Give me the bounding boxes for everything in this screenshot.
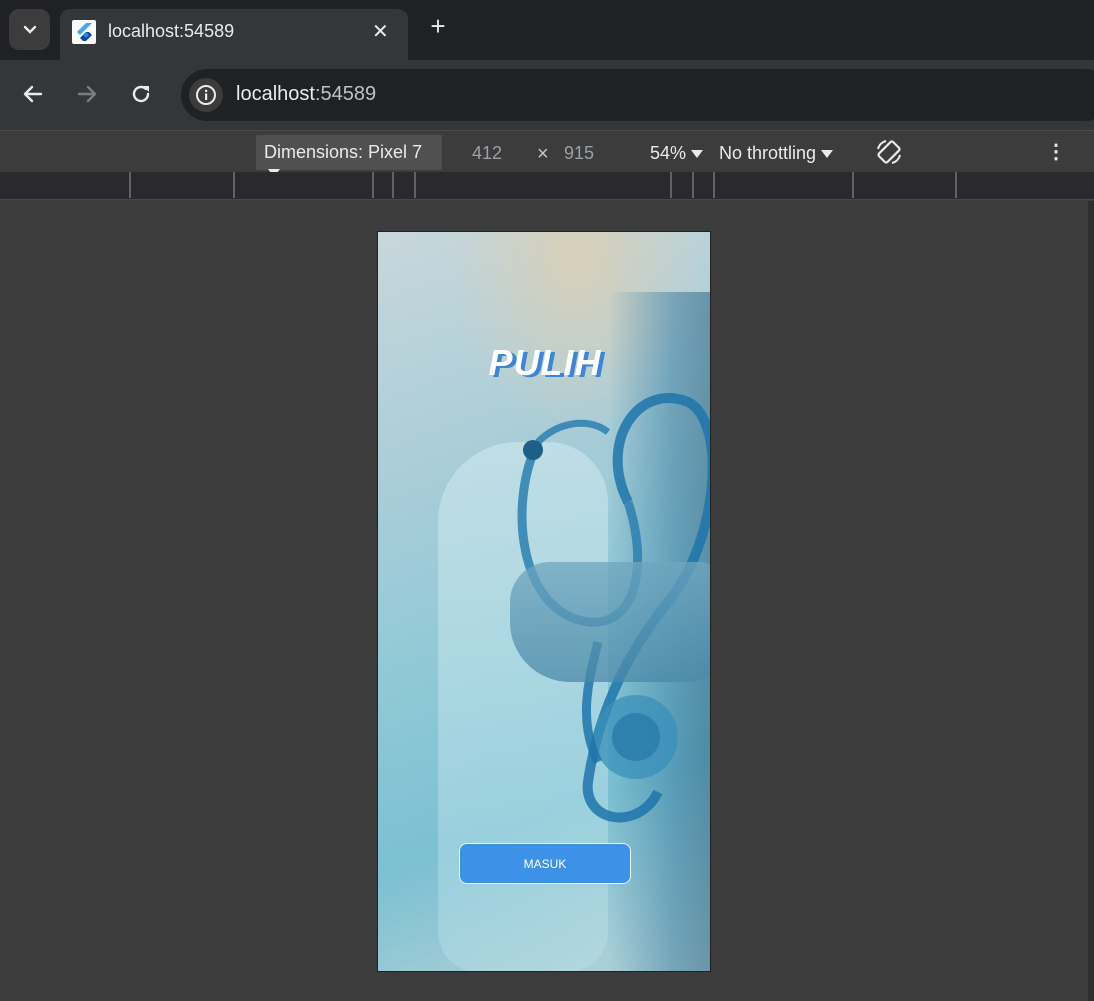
devtools-edge — [1088, 201, 1094, 1001]
site-info-button[interactable] — [189, 78, 223, 112]
ruler-tick[interactable] — [414, 172, 416, 198]
device-screen: PULIH MASUK — [377, 231, 711, 972]
tab-search-button[interactable] — [9, 9, 50, 50]
address-bar[interactable]: localhost:54589 — [181, 69, 1094, 121]
url-port: :54589 — [314, 83, 377, 105]
tab-strip: localhost:54589 ✕ + — [0, 0, 1094, 60]
ruler-tick[interactable] — [670, 172, 672, 198]
throttling-label: No throttling — [719, 143, 817, 163]
url-host: localhost — [236, 83, 315, 105]
ruler-tick[interactable] — [852, 172, 854, 198]
kebab-menu-icon[interactable]: ⋮ — [1046, 139, 1066, 165]
url-text: localhost:54589 — [236, 83, 376, 106]
hand-shape — [510, 562, 710, 682]
caret-down-icon — [821, 150, 834, 158]
reload-icon — [132, 85, 150, 103]
browser-toolbar: localhost:54589 — [0, 60, 1094, 130]
reload-button[interactable] — [125, 78, 157, 110]
tab-close-icon[interactable]: ✕ — [372, 19, 389, 44]
zoom-select[interactable]: 54% — [650, 143, 704, 164]
ruler-tick[interactable] — [692, 172, 694, 198]
arrow-left-icon — [23, 85, 43, 103]
app-title: PULIH — [488, 342, 602, 383]
ruler-tick[interactable] — [233, 172, 235, 198]
browser-tab[interactable]: localhost:54589 ✕ — [60, 9, 408, 60]
new-tab-button[interactable]: + — [424, 12, 452, 40]
device-dimensions-select[interactable]: Dimensions: Pixel 7 — [256, 135, 442, 177]
device-toolbar: Dimensions: Pixel 7 412 × 915 54% No thr… — [0, 130, 1094, 177]
chevron-down-icon — [23, 25, 36, 34]
device-dimensions-label: Dimensions: Pixel 7 — [264, 142, 423, 162]
back-button[interactable] — [17, 78, 49, 110]
ruler-tick[interactable] — [129, 172, 131, 198]
forward-button[interactable] — [71, 78, 103, 110]
tab-title: localhost:54589 — [108, 21, 235, 41]
device-width-input[interactable]: 412 — [472, 143, 502, 164]
rotate-button[interactable] — [874, 137, 904, 167]
zoom-label: 54% — [650, 143, 687, 163]
ruler-tick[interactable] — [392, 172, 394, 198]
ruler-tick[interactable] — [713, 172, 715, 198]
arrow-right-icon — [77, 85, 97, 103]
device-height-input[interactable]: 915 — [564, 143, 594, 164]
dimension-separator: × — [537, 143, 549, 165]
throttling-select[interactable]: No throttling — [719, 143, 834, 164]
rotate-icon — [877, 140, 901, 164]
flutter-icon — [72, 20, 96, 44]
ruler-tick[interactable] — [955, 172, 957, 198]
caret-down-icon — [691, 150, 704, 158]
media-query-ruler — [0, 172, 1094, 200]
login-button[interactable]: MASUK — [459, 843, 631, 884]
info-icon — [196, 85, 216, 105]
ruler-tick[interactable] — [372, 172, 374, 198]
